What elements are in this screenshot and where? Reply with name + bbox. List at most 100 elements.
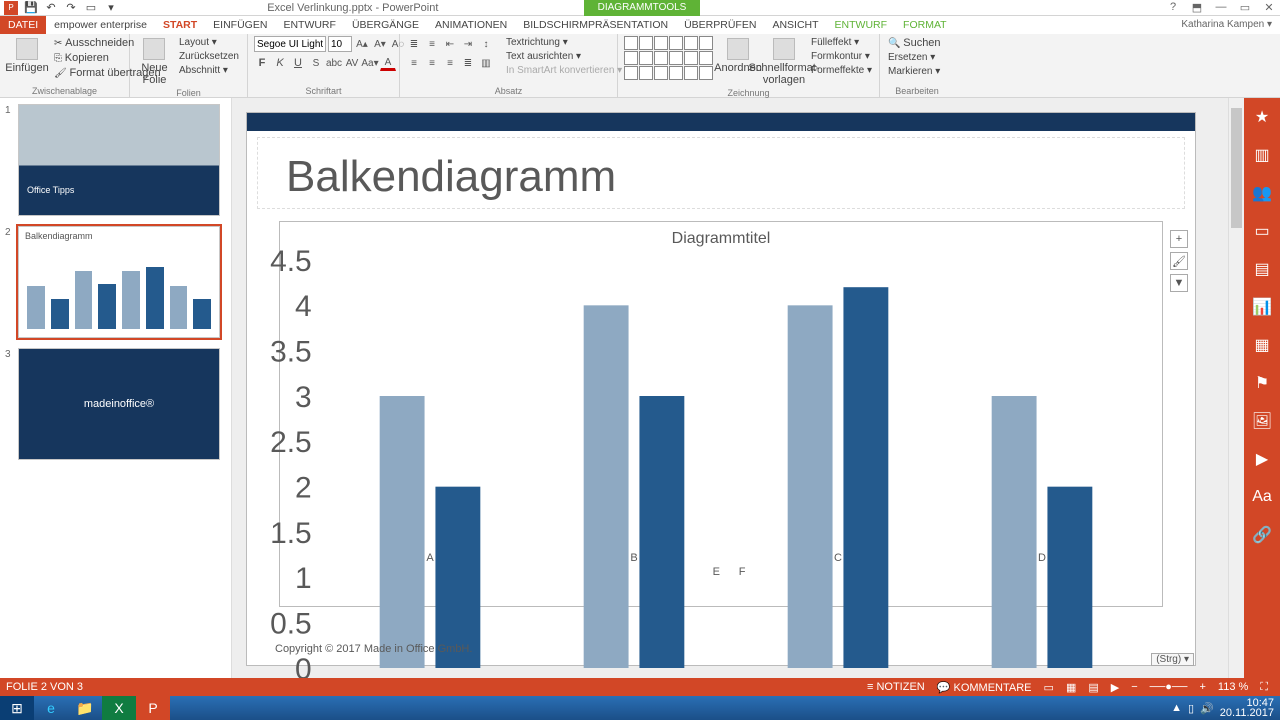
strike-icon[interactable]: S [308, 55, 324, 71]
find-button[interactable]: 🔍 Suchen [886, 36, 943, 50]
slideshow-icon[interactable]: ▭ [84, 1, 98, 15]
rail-template-icon[interactable]: ▤ [1251, 258, 1273, 280]
shape-outline-button[interactable]: Formkontur ▾ [809, 50, 874, 63]
rail-chart-icon[interactable]: 📊 [1251, 296, 1273, 318]
rail-table-icon[interactable]: ▦ [1251, 334, 1273, 356]
font-size-input[interactable] [328, 36, 352, 52]
rail-people-icon[interactable]: 👥 [1251, 182, 1273, 204]
tab-einfuegen[interactable]: EINFÜGEN [205, 16, 275, 34]
tray-sound-icon[interactable]: 🔊 [1200, 702, 1214, 715]
tab-ctx-entwurf[interactable]: ENTWURF [827, 16, 896, 34]
fit-icon[interactable]: ⛶ [1254, 681, 1274, 694]
bold-icon[interactable]: F [254, 55, 270, 71]
save-icon[interactable]: 💾 [24, 1, 38, 15]
thumb-3[interactable]: 3madeinoffice® [18, 348, 220, 460]
chart-title[interactable]: Diagrammtitel [288, 230, 1154, 248]
align-text-button[interactable]: Text ausrichten ▾ [504, 50, 624, 63]
tab-empower[interactable]: empower enterprise [46, 16, 155, 34]
rail-text-icon[interactable]: Aa [1251, 486, 1273, 508]
chart-filter-icon[interactable]: ▼ [1170, 274, 1188, 292]
zoom-in-icon[interactable]: + [1193, 681, 1211, 693]
numbering-icon[interactable]: ≡ [424, 36, 440, 52]
linespacing-icon[interactable]: ↕ [478, 36, 494, 52]
indent-icon[interactable]: ⇥ [460, 36, 476, 52]
align-right-icon[interactable]: ≡ [442, 55, 458, 71]
rail-library-icon[interactable]: ▥ [1251, 144, 1273, 166]
tab-ueberpruefen[interactable]: ÜBERPRÜFEN [676, 16, 764, 34]
chart-brush-icon[interactable]: 🖌 [1170, 252, 1188, 270]
tab-praesentation[interactable]: BILDSCHIRMPRÄSENTATION [515, 16, 676, 34]
zoom-value[interactable]: 113 % [1212, 681, 1254, 693]
layout-button[interactable]: Layout ▾ [177, 36, 241, 49]
tab-animationen[interactable]: ANIMATIONEN [427, 16, 515, 34]
new-slide-button[interactable]: Neue Folie [136, 36, 173, 88]
tab-ansicht[interactable]: ANSICHT [764, 16, 826, 34]
rail-present-icon[interactable]: ▶ [1251, 448, 1273, 470]
slide-canvas[interactable]: Balkendiagramm + 🖌 ▼ Diagrammtitel 00.51… [246, 112, 1196, 666]
quick-styles-button[interactable]: Schnellformat- vorlagen [763, 36, 805, 88]
minimize-icon[interactable]: — [1210, 1, 1232, 14]
tab-datei[interactable]: DATEI [0, 16, 46, 34]
rail-flag-icon[interactable]: ⚑ [1251, 372, 1273, 394]
taskbar-excel-icon[interactable]: X [102, 696, 136, 720]
view-normal-icon[interactable]: ▭ [1038, 681, 1060, 694]
shadow-icon[interactable]: abc [326, 55, 342, 71]
underline-icon[interactable]: U [290, 55, 306, 71]
italic-icon[interactable]: K [272, 55, 288, 71]
shape-effects-button[interactable]: Formeffekte ▾ [809, 64, 874, 77]
rail-image-icon[interactable]: 🖼 [1251, 410, 1273, 432]
font-color-icon[interactable]: A [380, 55, 396, 71]
taskbar-ie-icon[interactable]: e [34, 696, 68, 720]
shapes-gallery[interactable] [624, 36, 713, 80]
undo-icon[interactable]: ↶ [44, 1, 58, 15]
tab-ctx-format[interactable]: FORMAT [895, 16, 955, 34]
tab-entwurf[interactable]: ENTWURF [275, 16, 344, 34]
section-button[interactable]: Abschnitt ▾ [177, 64, 241, 77]
thumb-2[interactable]: 2 Balkendiagramm [18, 226, 220, 338]
font-family-input[interactable] [254, 36, 326, 52]
thumb-1[interactable]: 1Office Tipps [18, 104, 220, 216]
user-menu[interactable]: Katharina Kampen ▾ [1173, 16, 1280, 34]
paste-button[interactable]: Einfügen [6, 36, 48, 76]
vertical-scrollbar[interactable] [1228, 98, 1244, 696]
outdent-icon[interactable]: ⇤ [442, 36, 458, 52]
redo-icon[interactable]: ↷ [64, 1, 78, 15]
reset-button[interactable]: Zurücksetzen [177, 50, 241, 63]
columns-icon[interactable]: ▥ [478, 55, 494, 71]
rail-slide-icon[interactable]: ▭ [1251, 220, 1273, 242]
more-qa-icon[interactable]: ▾ [104, 1, 118, 15]
grow-font-icon[interactable]: A▴ [354, 36, 370, 52]
zoom-slider[interactable]: ──●── [1144, 681, 1194, 693]
tab-uebergaenge[interactable]: ÜBERGÄNGE [344, 16, 427, 34]
start-button[interactable]: ⊞ [0, 696, 34, 720]
tray-net-icon[interactable]: ▯ [1188, 702, 1194, 715]
maximize-icon[interactable]: ▭ [1234, 1, 1256, 14]
smartart-button[interactable]: In SmartArt konvertieren ▾ [504, 64, 624, 77]
bullets-icon[interactable]: ≣ [406, 36, 422, 52]
chart-object[interactable]: + 🖌 ▼ Diagrammtitel 00.511.522.533.544.5… [279, 221, 1163, 607]
close-icon[interactable]: ✕ [1258, 1, 1280, 14]
view-sorter-icon[interactable]: ▦ [1060, 681, 1082, 694]
view-slideshow-icon[interactable]: ▶ [1105, 681, 1125, 694]
justify-icon[interactable]: ≣ [460, 55, 476, 71]
chart-plus-icon[interactable]: + [1170, 230, 1188, 248]
status-comments[interactable]: 💬 KOMMENTARE [931, 681, 1038, 694]
taskbar-powerpoint-icon[interactable]: P [136, 696, 170, 720]
shrink-font-icon[interactable]: A▾ [372, 36, 388, 52]
spacing-icon[interactable]: AV [344, 55, 360, 71]
align-left-icon[interactable]: ≡ [406, 55, 422, 71]
rail-star-icon[interactable]: ★ [1251, 106, 1273, 128]
text-direction-button[interactable]: Textrichtung ▾ [504, 36, 624, 49]
tray-up-icon[interactable]: ▲ [1171, 702, 1182, 714]
align-center-icon[interactable]: ≡ [424, 55, 440, 71]
paste-options-tag[interactable]: (Strg) ▾ [1151, 653, 1194, 666]
status-notes[interactable]: ≡ NOTIZEN [861, 681, 931, 693]
view-reading-icon[interactable]: ▤ [1082, 681, 1104, 694]
case-icon[interactable]: Aa▾ [362, 55, 378, 71]
ribbon-options-icon[interactable]: ⬒ [1186, 1, 1208, 14]
tab-start[interactable]: START [155, 16, 205, 34]
shape-fill-button[interactable]: Fülleffekt ▾ [809, 36, 874, 49]
replace-button[interactable]: Ersetzen ▾ [886, 51, 943, 64]
zoom-out-icon[interactable]: − [1125, 681, 1143, 693]
taskbar-explorer-icon[interactable]: 📁 [68, 696, 102, 720]
